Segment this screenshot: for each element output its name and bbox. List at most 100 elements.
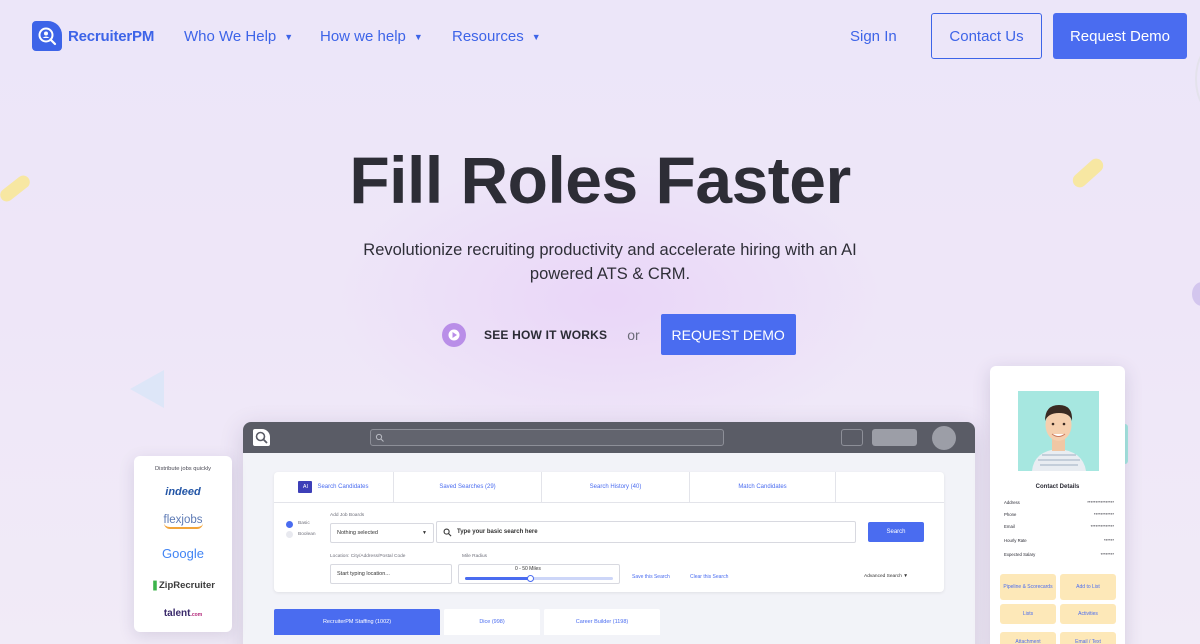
mile-radius-label: Mile Radius bbox=[462, 554, 488, 559]
tab-search-candidates[interactable]: AI Search Candidates bbox=[274, 472, 394, 502]
brand-logo[interactable]: RecruiterPM bbox=[32, 21, 154, 51]
select-value: Nothing selected bbox=[337, 530, 378, 536]
contact-us-button[interactable]: Contact Us bbox=[931, 13, 1042, 59]
slider-fill bbox=[465, 577, 531, 580]
triangle-decoration bbox=[130, 370, 164, 408]
sign-in-link[interactable]: Sign In bbox=[850, 28, 897, 45]
nav-resources[interactable]: Resources ▼ bbox=[452, 28, 541, 45]
radio-boolean[interactable] bbox=[286, 531, 293, 538]
detail-row-address: Address **************** bbox=[1004, 500, 1114, 505]
boards-title: Distribute jobs quickly bbox=[154, 466, 212, 472]
tab-dice[interactable]: Dice (998) bbox=[444, 609, 540, 635]
detail-label: Address bbox=[1004, 500, 1020, 505]
attachment-button[interactable]: Attachment bbox=[1000, 632, 1056, 644]
result-source-tabs: RecruiterPM Staffing (1002) Dice (998) C… bbox=[274, 609, 664, 635]
nav-how-we-help[interactable]: How we help ▼ bbox=[320, 28, 423, 45]
search-tabs: AI Search Candidates Saved Searches (29)… bbox=[274, 472, 944, 503]
mile-radius-slider[interactable]: 0 - 50 Miles bbox=[458, 564, 620, 584]
zip-mark-icon: ❚ bbox=[151, 580, 159, 591]
miles-value: 0 - 50 Miles bbox=[515, 566, 541, 572]
slider-handle[interactable] bbox=[527, 575, 534, 582]
search-button[interactable]: Search bbox=[868, 522, 924, 542]
see-how-it-works-link[interactable]: SEE HOW IT WORKS bbox=[484, 328, 607, 342]
request-demo-header-button[interactable]: Request Demo bbox=[1053, 13, 1187, 59]
logo-mark-icon bbox=[32, 21, 62, 51]
detail-label: Hourly Rate bbox=[1004, 538, 1027, 543]
search-icon bbox=[375, 433, 384, 442]
save-search-link[interactable]: Save this Search bbox=[632, 574, 670, 580]
clear-search-link[interactable]: Clear this Search bbox=[690, 574, 728, 580]
ziprecruiter-logo: ❚ZipRecruiter bbox=[134, 580, 232, 591]
detail-value: ************** bbox=[1090, 524, 1114, 529]
detail-row-expected-salary: Expected Salary ******** bbox=[1004, 552, 1114, 557]
hero-title: Fill Roles Faster bbox=[349, 143, 851, 217]
detail-row-phone: Phone ************ bbox=[1004, 512, 1114, 517]
search-card: AI Search Candidates Saved Searches (29)… bbox=[274, 472, 944, 592]
candidate-photo bbox=[1018, 391, 1099, 471]
location-label: Location: City/Address/Postal Code bbox=[330, 554, 406, 559]
cta-row: SEE HOW IT WORKS or REQUEST DEMO bbox=[442, 314, 796, 355]
google-logo: Google bbox=[162, 546, 204, 561]
or-text: or bbox=[627, 326, 640, 343]
basic-search-input[interactable]: Type your basic search here bbox=[436, 521, 856, 543]
site-header: RecruiterPM Who We Help ▼ How we help ▼ … bbox=[0, 0, 1200, 72]
app-avatar bbox=[932, 426, 956, 450]
detail-value: ****** bbox=[1103, 538, 1114, 543]
activities-button[interactable]: Activities bbox=[1060, 604, 1116, 624]
add-to-list-button[interactable]: Add to List bbox=[1060, 574, 1116, 600]
tab-saved-searches[interactable]: Saved Searches (29) bbox=[394, 472, 542, 502]
detail-label: Email bbox=[1004, 524, 1015, 529]
indeed-logo: indeed bbox=[165, 486, 201, 498]
tab-search-history[interactable]: Search History (40) bbox=[542, 472, 690, 502]
detail-row-email: Email ************** bbox=[1004, 524, 1114, 529]
tab-recruiterpm-staffing[interactable]: RecruiterPM Staffing (1002) bbox=[274, 609, 440, 635]
contact-details-title: Contact Details bbox=[1035, 484, 1080, 490]
candidate-profile-card: Contact Details Address ****************… bbox=[990, 366, 1125, 644]
radio-boolean-label: Boolean bbox=[298, 532, 316, 537]
job-boards-select[interactable]: Nothing selected ▼ bbox=[330, 523, 434, 543]
ai-badge: AI bbox=[298, 481, 313, 493]
flexjobs-logo: flexjobs bbox=[134, 514, 232, 529]
chevron-down-icon: ▼ bbox=[531, 31, 541, 42]
radio-basic[interactable] bbox=[286, 521, 293, 528]
detail-label: Phone bbox=[1004, 512, 1017, 517]
chevron-down-icon: ▼ bbox=[413, 31, 423, 42]
app-search-bar bbox=[370, 429, 724, 446]
caret-down-icon: ▼ bbox=[422, 530, 427, 536]
hero-subtitle: Revolutionize recruiting productivity an… bbox=[363, 241, 857, 283]
talent-text: talent bbox=[163, 608, 191, 619]
email-text-button[interactable]: Email / Text bbox=[1060, 632, 1116, 644]
talent-suffix: .com bbox=[190, 612, 203, 618]
flexjobs-text: flexjobs bbox=[163, 514, 203, 529]
job-boards-card: Distribute jobs quickly indeed flexjobs … bbox=[134, 456, 232, 632]
search-placeholder: Type your basic search here bbox=[457, 529, 538, 535]
tab-label: Search Candidates bbox=[317, 484, 369, 490]
location-input[interactable]: Start typing location... bbox=[330, 564, 452, 584]
app-top-bar bbox=[243, 422, 975, 453]
chevron-down-icon: ▼ bbox=[284, 31, 294, 42]
talent-logo: talent.com bbox=[134, 608, 232, 619]
nav-who-we-help[interactable]: Who We Help ▼ bbox=[184, 28, 293, 45]
purple-circle-decoration bbox=[1192, 282, 1200, 306]
detail-value: ************ bbox=[1093, 512, 1114, 517]
advanced-search-link[interactable]: Advanced Search ▼ bbox=[864, 574, 908, 579]
tab-match-candidates[interactable]: Match Candidates bbox=[690, 472, 836, 502]
app-toggle-shape bbox=[872, 429, 917, 446]
nav-label: Who We Help bbox=[184, 28, 277, 45]
add-job-boards-label: Add Job Boards bbox=[330, 513, 365, 518]
detail-row-hourly-rate: Hourly Rate ****** bbox=[1004, 538, 1114, 543]
pipeline-scorecards-button[interactable]: Pipeline & Scorecards bbox=[1000, 574, 1056, 600]
request-demo-button[interactable]: REQUEST DEMO bbox=[660, 314, 796, 355]
lists-button[interactable]: Lists bbox=[1000, 604, 1056, 624]
app-mockup: AI Search Candidates Saved Searches (29)… bbox=[243, 422, 975, 644]
tab-career-builder[interactable]: Career Builder (1198) bbox=[544, 609, 660, 635]
ziprecruiter-text: ZipRecruiter bbox=[159, 580, 215, 591]
logo-text: RecruiterPM bbox=[68, 27, 155, 45]
search-icon bbox=[443, 528, 452, 536]
advanced-label: Advanced Search bbox=[864, 574, 902, 579]
detail-value: **************** bbox=[1087, 500, 1114, 505]
detail-label: Expected Salary bbox=[1004, 552, 1036, 557]
detail-value: ******** bbox=[1100, 552, 1114, 557]
app-logo-icon bbox=[253, 429, 270, 446]
play-icon[interactable] bbox=[442, 322, 466, 347]
